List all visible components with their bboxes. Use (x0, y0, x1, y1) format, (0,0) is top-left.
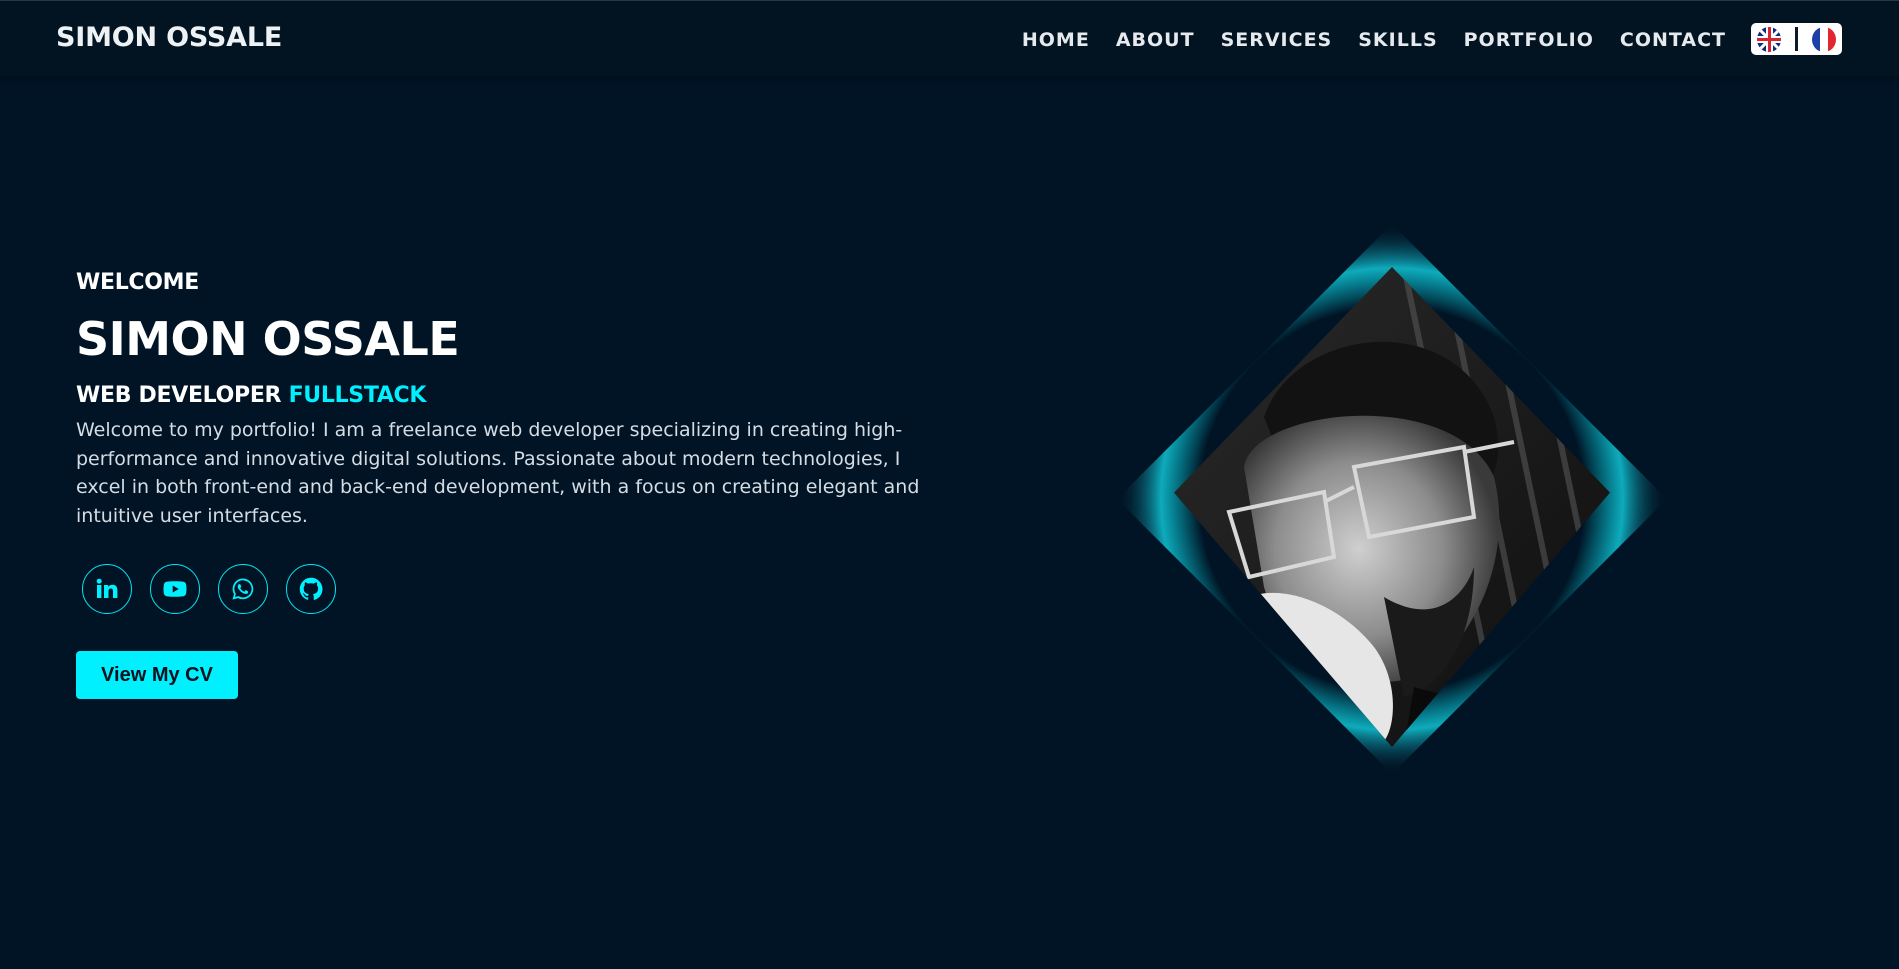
hero-name: SIMON OSSALE (76, 312, 460, 366)
nav-services[interactable]: SERVICES (1221, 29, 1333, 51)
nav-about[interactable]: ABOUT (1116, 29, 1195, 51)
role-accent: FULLSTACK (288, 383, 427, 408)
main-nav: HOME ABOUT SERVICES SKILLS PORTFOLIO CON… (996, 29, 1726, 51)
whatsapp-link[interactable] (218, 564, 268, 614)
nav-home[interactable]: HOME (1022, 29, 1090, 51)
hero-section: WELCOME SIMON OSSALE WEB DEVELOPER FULLS… (76, 270, 946, 699)
github-icon (299, 577, 323, 600)
linkedin-icon (96, 578, 118, 598)
nav-skills[interactable]: SKILLS (1358, 29, 1437, 51)
language-switcher (1751, 23, 1842, 55)
view-cv-button[interactable]: View My CV (76, 651, 238, 699)
hero-description: Welcome to my portfolio! I am a freelanc… (76, 419, 920, 527)
linkedin-link[interactable] (82, 564, 132, 614)
hero-role: WEB DEVELOPER FULLSTACK (76, 383, 946, 408)
whatsapp-icon (232, 578, 254, 600)
nav-portfolio[interactable]: PORTFOLIO (1464, 29, 1594, 51)
site-logo[interactable]: SIMON OSSALE (56, 22, 282, 53)
site-header: SIMON OSSALE HOME ABOUT SERVICES SKILLS … (0, 0, 1899, 76)
profile-photo-frame (1117, 224, 1667, 774)
language-separator (1794, 27, 1799, 51)
english-flag-icon[interactable] (1757, 26, 1781, 52)
github-link[interactable] (286, 564, 336, 614)
french-flag-icon[interactable] (1812, 26, 1836, 52)
youtube-link[interactable] (150, 564, 200, 614)
welcome-heading: WELCOME (76, 270, 199, 295)
social-links (82, 564, 946, 614)
youtube-icon (163, 581, 187, 597)
nav-contact[interactable]: CONTACT (1620, 29, 1726, 51)
role-prefix: WEB DEVELOPER (76, 383, 282, 408)
